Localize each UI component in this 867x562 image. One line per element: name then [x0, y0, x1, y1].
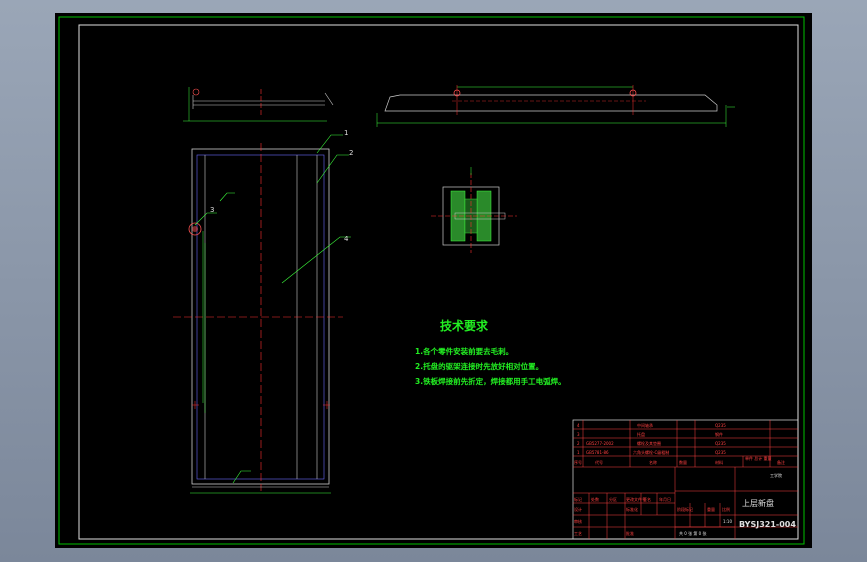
part-row-name: 螺栓及其垫圈: [637, 440, 661, 446]
inner-frame: [78, 24, 799, 540]
tech-req-item-1: 1.各个零件安装前要去毛刺。: [415, 346, 513, 356]
top-view-small: [183, 87, 334, 122]
balloon-1: 1: [344, 129, 348, 137]
tb-label: 标准化: [626, 506, 638, 512]
part-row-no: 2: [577, 441, 580, 446]
tb-label: 年月日: [659, 496, 671, 502]
sheet-info: 共 0 张 第 0 张: [679, 530, 706, 536]
detail-section-view: [431, 167, 517, 253]
part-row-material: Q235: [715, 441, 726, 446]
parts-header-code: 代号: [595, 459, 603, 465]
part-row-no: 1: [577, 450, 580, 455]
tb-label: 处数: [591, 496, 599, 502]
part-row-name: 六角头螺栓-C级粗制: [633, 449, 669, 455]
tb-label: 比例: [722, 506, 730, 512]
outer-frame: [58, 16, 805, 545]
parts-header-name: 名称: [649, 459, 657, 465]
tb-label: 设计: [574, 506, 582, 512]
tb-label: 阶段标记: [677, 506, 693, 512]
tb-label: 批准: [626, 530, 634, 536]
tech-req-title: 技术要求: [440, 318, 489, 333]
parts-header-remark: 备注: [777, 459, 785, 465]
part-row-material: Q235: [715, 423, 726, 428]
part-row-material: Q235: [715, 450, 726, 455]
cad-drawing: 1 2 3 4 技术要求 1.各个零件安装前要去毛刺。 2.托盘的驱架连接时先放…: [58, 16, 805, 545]
tb-label: 分区: [609, 496, 617, 502]
part-row-code: GB5277-2002: [586, 441, 614, 446]
balloon-2: 2: [349, 149, 353, 157]
plan-view: [173, 143, 343, 494]
part-row-no: 3: [577, 432, 580, 437]
title-block: 4 中间轴承 Q235 3 托盘 钢件 2 GB5277-2002 螺栓及其垫圈…: [572, 419, 799, 540]
part-row-name: 中间轴承: [637, 422, 653, 428]
parts-header-no: 序号: [574, 459, 582, 465]
part-row-code: GB5781-86: [586, 450, 609, 455]
tb-label: 标记: [574, 496, 582, 502]
scale-value: 1:10: [723, 519, 732, 524]
tb-label: 签名: [643, 496, 651, 502]
part-row-material: 钢件: [715, 431, 723, 437]
tb-label: 重量: [707, 506, 715, 512]
part-row-name: 托盘: [637, 431, 645, 437]
drawing-code: BYSJ321-004: [739, 520, 796, 529]
drawing-viewport[interactable]: 1 2 3 4 技术要求 1.各个零件安装前要去毛刺。 2.托盘的驱架连接时先放…: [55, 13, 812, 548]
drawing-name: 上层新盘: [742, 498, 774, 508]
tb-label: 工艺: [574, 531, 582, 536]
parts-header-qty: 数量: [679, 459, 687, 465]
parts-header-mass: 单件 总计 重量: [745, 455, 772, 461]
side-view-long: [376, 85, 735, 127]
parts-header-material: 材料: [715, 459, 723, 465]
tech-req-item-3: 3.铁板焊接前先折定，焊接都用手工电弧焊。: [415, 376, 566, 386]
balloon-4: 4: [344, 235, 349, 243]
tb-label: 审核: [574, 518, 582, 524]
part-row-no: 4: [577, 423, 580, 428]
leader-lines: [194, 134, 351, 484]
tech-req-item-2: 2.托盘的驱架连接时先放好相对位置。: [415, 361, 543, 371]
tb-material-mark: 工学院: [770, 472, 782, 478]
balloon-3: 3: [210, 206, 214, 214]
